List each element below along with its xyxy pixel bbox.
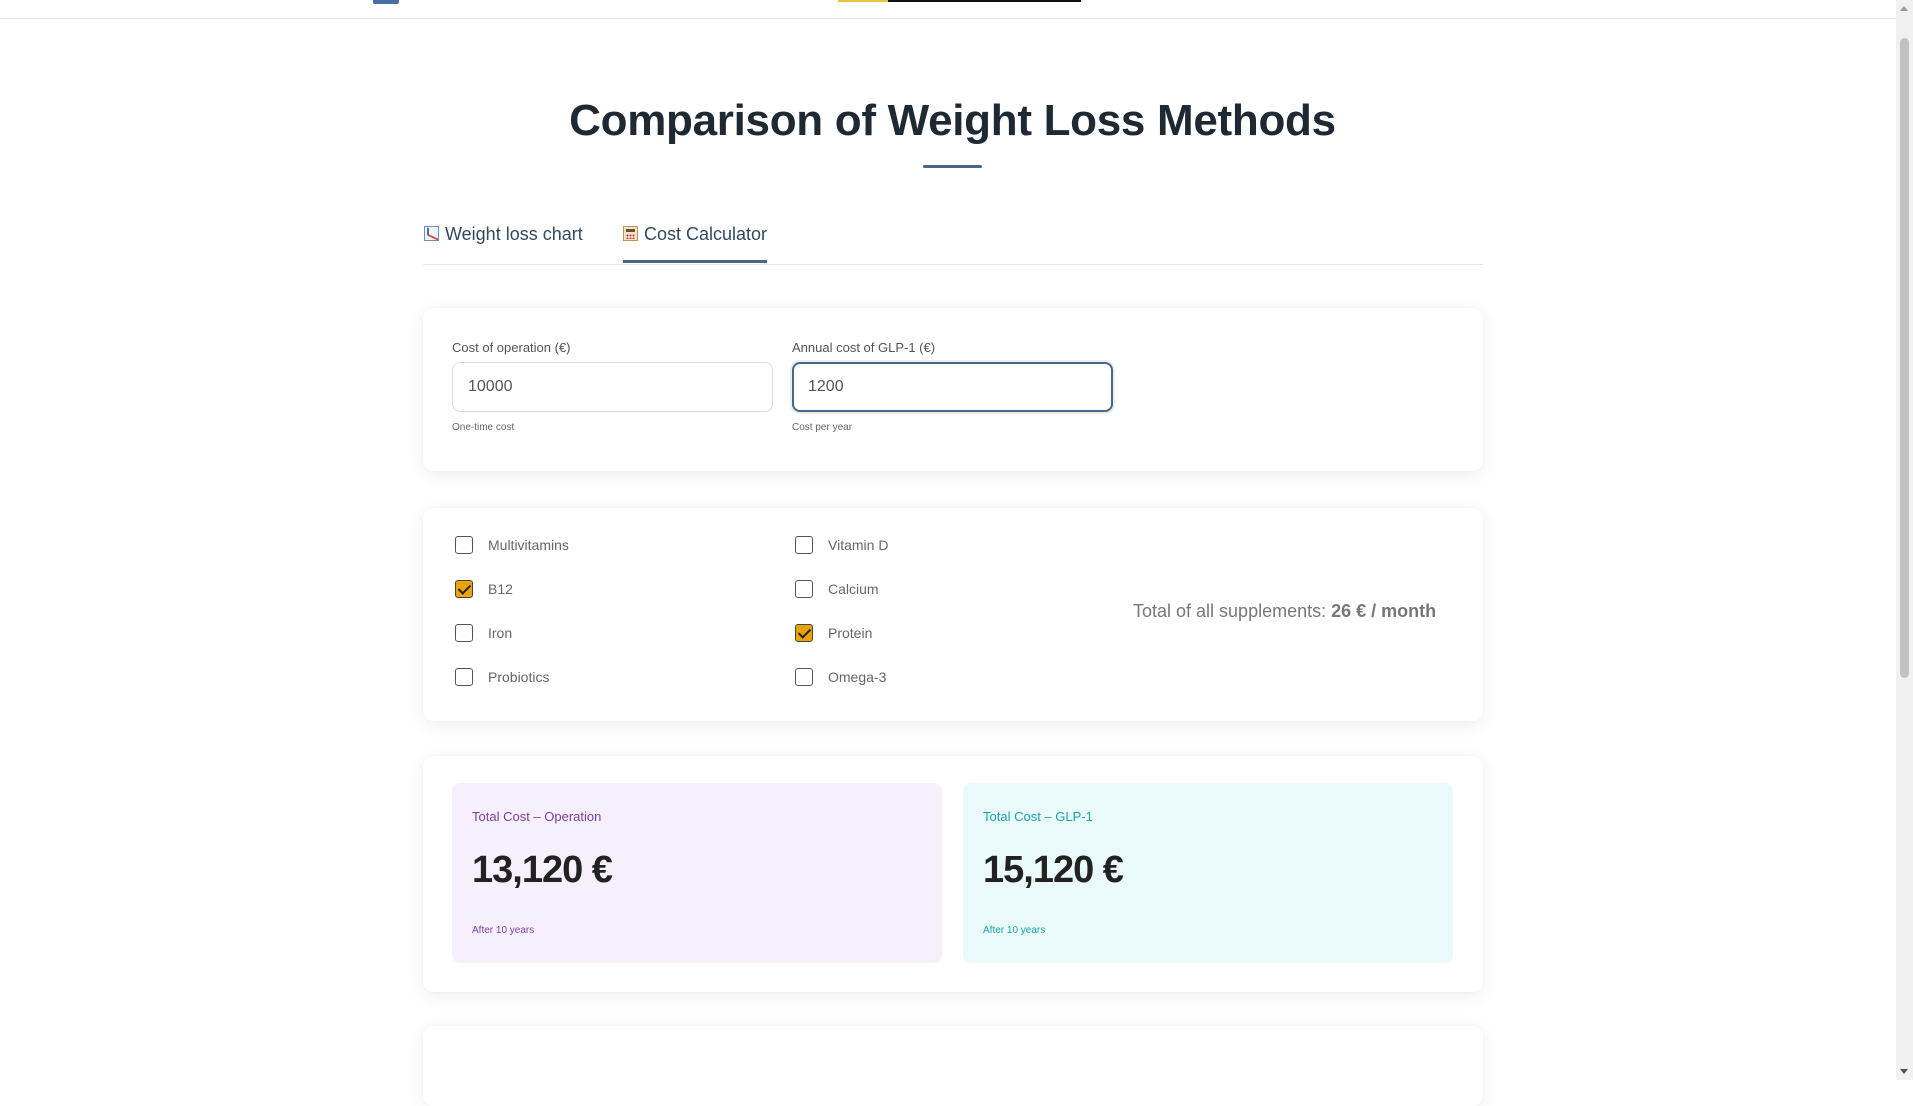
checkbox[interactable]: [795, 580, 813, 598]
checkbox[interactable]: [795, 536, 813, 554]
abacus-icon: [623, 226, 638, 241]
supplement-label: Protein: [828, 625, 873, 641]
supplement-omega-3[interactable]: Omega-3: [795, 668, 886, 686]
checkbox[interactable]: [795, 668, 813, 686]
supplement-label: Probiotics: [488, 669, 550, 685]
operation-cost-input[interactable]: [452, 362, 773, 412]
operation-total-note: After 10 years: [472, 925, 535, 936]
nav-active-indicator: [838, 0, 1081, 2]
glp1-total-value: 15,120 €: [983, 849, 1124, 891]
supplement-label: Vitamin D: [828, 537, 889, 553]
supplement-vitamin-d[interactable]: Vitamin D: [795, 536, 888, 554]
tab-bar: Weight loss chart Cost Calculator: [423, 220, 1483, 265]
supplements-total-label: Total of all supplements:: [1133, 601, 1327, 621]
scroll-up-arrow-icon[interactable]: [1896, 0, 1913, 17]
glp1-total-label: Total Cost – GLP-1: [983, 809, 1093, 824]
supplement-probiotics[interactable]: Probiotics: [455, 668, 549, 686]
glp1-total-note: After 10 years: [983, 925, 1046, 936]
supplements-total: Total of all supplements: 26 € / month: [1133, 601, 1436, 622]
operation-total-label: Total Cost – Operation: [472, 809, 602, 824]
scrollbar-thumb[interactable]: [1900, 38, 1909, 678]
supplement-multivitamins[interactable]: Multivitamins: [455, 536, 569, 554]
chart-decreasing-icon: [424, 226, 439, 241]
checkbox-checked[interactable]: [455, 580, 473, 598]
cost-inputs-card: Cost of operation (€) One-time cost Annu…: [423, 308, 1483, 471]
glp1-cost-input[interactable]: [792, 362, 1113, 412]
operation-cost-label: Cost of operation (€): [452, 340, 571, 355]
supplements-total-value: 26 € / month: [1331, 601, 1437, 621]
site-logo[interactable]: [373, 0, 399, 4]
supplement-label: Multivitamins: [488, 537, 569, 553]
checkbox[interactable]: [455, 668, 473, 686]
tab-label: Cost Calculator: [644, 224, 768, 244]
vertical-scrollbar[interactable]: [1896, 0, 1913, 1080]
nav-accent-indicator: [838, 0, 888, 2]
checkbox-checked[interactable]: [795, 624, 813, 642]
next-section-card: [423, 1026, 1483, 1106]
supplement-label: Omega-3: [828, 669, 887, 685]
operation-cost-field: Cost of operation (€) One-time cost: [452, 340, 773, 433]
supplement-label: Iron: [488, 625, 513, 641]
glp1-total-panel: Total Cost – GLP-1 15,120 € After 10 yea…: [963, 783, 1453, 963]
supplement-b12[interactable]: B12: [455, 580, 513, 598]
glp1-cost-field: Annual cost of GLP-1 (€) Cost per year: [792, 340, 1113, 433]
tab-cost-calculator[interactable]: Cost Calculator: [623, 224, 768, 263]
glp1-cost-label: Annual cost of GLP-1 (€): [792, 340, 936, 355]
supplement-label: Calcium: [828, 581, 879, 597]
operation-total-panel: Total Cost – Operation 13,120 € After 10…: [452, 783, 942, 963]
supplement-iron[interactable]: Iron: [455, 624, 512, 642]
operation-cost-hint: One-time cost: [452, 422, 515, 433]
scroll-down-arrow-icon[interactable]: [1896, 1063, 1913, 1080]
tab-label: Weight loss chart: [445, 224, 583, 244]
operation-total-value: 13,120 €: [472, 849, 613, 891]
checkbox[interactable]: [455, 536, 473, 554]
page-title: Comparison of Weight Loss Methods: [569, 96, 1336, 145]
supplement-label: B12: [488, 581, 513, 597]
supplement-protein[interactable]: Protein: [795, 624, 872, 642]
tab-weight-loss-chart[interactable]: Weight loss chart: [424, 224, 583, 263]
supplements-card: Multivitamins B12 Iron Probiotics Vitami…: [423, 508, 1483, 721]
checkbox[interactable]: [455, 624, 473, 642]
title-underline: [923, 165, 982, 168]
top-navigation-bar: [0, 0, 1896, 19]
supplement-calcium[interactable]: Calcium: [795, 580, 879, 598]
results-card: Total Cost – Operation 13,120 € After 10…: [423, 756, 1483, 992]
glp1-cost-hint: Cost per year: [792, 422, 853, 433]
